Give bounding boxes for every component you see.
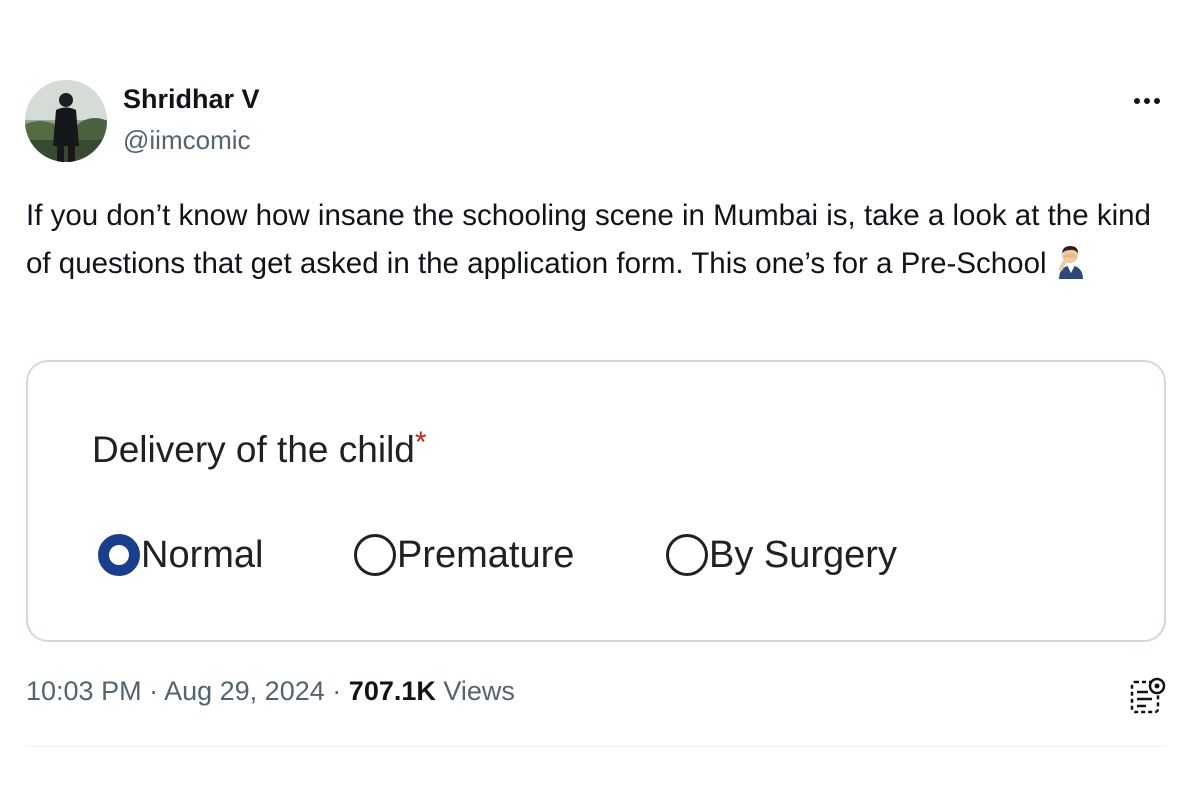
meta-separator: ·	[149, 676, 159, 706]
option-premature[interactable]: Premature	[354, 530, 574, 580]
tweet-body: If you don’t know how insane the schooli…	[26, 199, 1151, 280]
radio-unchecked-icon[interactable]	[666, 534, 708, 576]
tweet-text: If you don’t know how insane the schooli…	[26, 192, 1166, 288]
radio-checked-icon[interactable]	[98, 534, 140, 576]
option-label: By Surgery	[709, 533, 897, 576]
required-marker: *	[414, 426, 427, 459]
option-by-surgery[interactable]: By Surgery	[666, 530, 897, 580]
tweet-time[interactable]: 10:03 PM	[26, 676, 142, 706]
author-handle[interactable]: @iimcomic	[123, 125, 251, 156]
form-question: Delivery of the child*	[92, 426, 427, 471]
views-count: 707.1K	[348, 676, 436, 706]
form-screenshot[interactable]: Delivery of the child* Normal Premature …	[26, 360, 1166, 642]
avatar[interactable]	[25, 80, 107, 162]
author-name[interactable]: Shridhar V	[123, 84, 260, 115]
divider	[26, 746, 1166, 747]
option-label: Normal	[141, 533, 264, 576]
question-label: Delivery of the child	[92, 429, 415, 470]
option-label: Premature	[397, 533, 575, 576]
more-options-button[interactable]	[1126, 86, 1168, 116]
tweet-meta: 10:03 PM · Aug 29, 2024 · 707.1K Views	[26, 676, 515, 707]
more-options-icon	[1134, 98, 1160, 104]
radio-unchecked-icon[interactable]	[354, 534, 396, 576]
man-facepalming-emoji-icon	[1053, 243, 1089, 279]
view-analytics-button[interactable]	[1128, 676, 1168, 716]
view-analytics-icon	[1130, 677, 1166, 714]
tweet-date[interactable]: Aug 29, 2024	[164, 676, 325, 706]
option-normal[interactable]: Normal	[98, 530, 263, 580]
views-label: Views	[443, 676, 515, 706]
tweet-card: Shridhar V @iimcomic If you don’t know h…	[0, 0, 1200, 800]
avatar-photo-icon	[25, 80, 107, 162]
meta-separator: ·	[332, 676, 342, 706]
